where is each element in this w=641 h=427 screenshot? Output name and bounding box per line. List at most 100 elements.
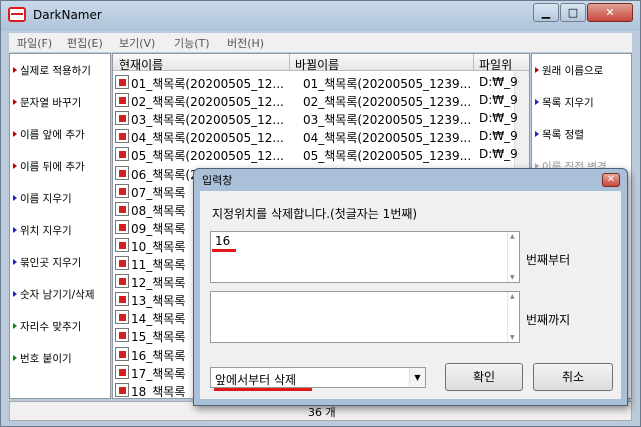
arrow-icon: [13, 99, 17, 105]
from-position-label: 번째부터: [526, 253, 571, 267]
file-icon: [115, 328, 129, 343]
table-row[interactable]: 01_책목록(20200505_12... 01_책목록(20200505_123…: [113, 73, 529, 91]
current-name-cell: 01_책목록(20200505_12...: [131, 77, 284, 91]
current-name-cell: 05_책목록(20200505_12...: [131, 149, 284, 164]
column-file-location[interactable]: 파일위: [479, 56, 512, 73]
file-location-cell: D:₩_9: [479, 75, 518, 89]
title-bar: DarkNamer ▁ □ ✕: [1, 1, 640, 31]
current-name-cell: 02_책목록(20200505_12...: [131, 95, 284, 110]
file-location-cell: D:₩_9: [479, 129, 518, 144]
command-right-2[interactable]: 목록 정렬: [535, 127, 584, 142]
arrow-icon: [13, 195, 17, 201]
command-left-6[interactable]: 묶인곳 지우기: [13, 255, 81, 270]
current-name-cell: 13_책목록: [131, 294, 186, 309]
file-icon: [115, 111, 129, 126]
column-new-name[interactable]: 바뀔이름: [295, 56, 339, 73]
current-name-cell: 07_책목록: [131, 185, 186, 200]
command-left-1[interactable]: 문자열 바꾸기: [13, 95, 81, 110]
arrow-icon: [13, 227, 17, 233]
new-name-cell: 05_책목록(20200505_1239...: [303, 149, 472, 164]
arrow-icon: [13, 291, 17, 297]
command-left-3[interactable]: 이름 뒤에 추가: [13, 159, 85, 174]
dialog-title: 입력창: [202, 174, 233, 187]
cancel-button[interactable]: 취소: [533, 363, 613, 391]
command-label: 묶인곳 지우기: [20, 257, 82, 269]
file-icon: [115, 364, 129, 379]
command-left-4[interactable]: 이름 지우기: [13, 191, 72, 206]
new-name-cell: 03_책목록(20200505_1239...: [303, 113, 472, 128]
new-name-cell: 04_책목록(20200505_1239...: [303, 131, 472, 146]
menu-version[interactable]: 버전(H): [227, 35, 264, 51]
command-label: 목록 정렬: [542, 129, 584, 141]
command-left-9[interactable]: 번호 붙이기: [13, 351, 72, 366]
current-name-cell: 15_책목록: [131, 330, 186, 345]
command-left-0[interactable]: 실제로 적용하기: [13, 63, 91, 78]
file-icon: [115, 310, 129, 325]
command-label: 이름 앞에 추가: [20, 129, 85, 141]
current-name-cell: 18_책목록: [131, 384, 186, 399]
maximize-button[interactable]: □: [560, 3, 586, 22]
arrow-icon: [13, 323, 17, 329]
ok-button[interactable]: 확인: [445, 363, 523, 391]
command-label: 원래 이름으로: [542, 65, 604, 77]
current-name-cell: 04_책목록(20200505_12...: [131, 131, 284, 146]
current-name-cell: 11_책목록: [131, 258, 186, 272]
file-icon: [115, 256, 129, 270]
current-name-cell: 08_책목록: [131, 203, 186, 218]
from-position-value: 16: [215, 234, 231, 248]
table-row[interactable]: 02_책목록(20200505_12... 02_책목록(20200505_123…: [113, 91, 529, 110]
command-label: 이름 뒤에 추가: [20, 161, 85, 173]
chevron-down-icon[interactable]: ▼: [409, 368, 425, 387]
menu-bar: 파일(F) 편집(E) 보기(V) 기능(T) 버전(H): [9, 33, 632, 52]
new-name-cell: 02_책목록(20200505_1239...: [303, 95, 472, 110]
arrow-icon: [535, 99, 539, 105]
dialog-close-button[interactable]: ✕: [602, 173, 620, 187]
new-name-cell: 01_책목록(20200505_1239...: [303, 77, 472, 91]
command-right-1[interactable]: 목록 지우기: [535, 95, 594, 110]
command-left-7[interactable]: 숫자 남기기/삭제: [13, 287, 95, 302]
current-name-cell: 09_책목록: [131, 221, 186, 236]
menu-tools[interactable]: 기능(T): [174, 35, 210, 51]
delete-mode-select[interactable]: 앞에서부터 삭제 ▼: [210, 367, 426, 388]
command-left-8[interactable]: 자리수 맞추기: [13, 319, 81, 334]
arrow-icon: [13, 163, 17, 169]
command-left-2[interactable]: 이름 앞에 추가: [13, 127, 85, 142]
menu-edit[interactable]: 편집(E): [67, 35, 103, 51]
file-icon: [115, 165, 129, 180]
command-label: 목록 지우기: [542, 97, 594, 109]
menu-file[interactable]: 파일(F): [17, 35, 52, 51]
to-position-input[interactable]: [210, 291, 520, 343]
command-label: 실제로 적용하기: [20, 65, 91, 77]
file-icon: [115, 237, 129, 252]
file-icon: [115, 201, 129, 216]
current-name-cell: 14_책목록: [131, 312, 186, 327]
file-location-cell: D:₩_9: [479, 147, 518, 162]
command-label: 숫자 남기기/삭제: [20, 289, 95, 301]
list-header: 현재이름 바뀔이름 파일위: [113, 54, 529, 73]
arrow-icon: [13, 259, 17, 265]
command-left-5[interactable]: 위치 지우기: [13, 223, 72, 238]
from-input-scrollbar[interactable]: [507, 232, 519, 282]
command-right-0[interactable]: 원래 이름으로: [535, 63, 603, 78]
from-position-input[interactable]: 16: [210, 231, 520, 283]
table-row[interactable]: 03_책목록(20200505_12... 03_책목록(20200505_123…: [113, 109, 529, 128]
minimize-button[interactable]: ▁: [533, 3, 559, 22]
column-current-name[interactable]: 현재이름: [119, 56, 163, 73]
file-icon: [115, 75, 129, 89]
arrow-icon: [535, 67, 539, 73]
table-row[interactable]: 04_책목록(20200505_12... 04_책목록(20200505_123…: [113, 127, 529, 146]
table-row[interactable]: 05_책목록(20200505_12... 05_책목록(20200505_123…: [113, 145, 529, 164]
command-label: 문자열 바꾸기: [20, 97, 82, 109]
menu-view[interactable]: 보기(V): [119, 35, 155, 51]
close-button[interactable]: ✕: [587, 3, 633, 22]
input-dialog: 입력창 ✕ 지정위치를 삭제합니다.(첫글자는 1번째) 16 번째부터 번째까…: [193, 168, 628, 406]
delete-mode-value: 앞에서부터 삭제: [215, 373, 297, 387]
arrow-icon: [13, 355, 17, 361]
annotation-underline: [214, 388, 312, 391]
current-name-cell: 12_책목록: [131, 276, 186, 291]
arrow-icon: [535, 131, 539, 137]
to-input-scrollbar[interactable]: [507, 292, 519, 342]
dialog-body: 지정위치를 삭제합니다.(첫글자는 1번째) 16 번째부터 번째까지 앞에서부…: [200, 191, 621, 399]
arrow-icon: [13, 131, 17, 137]
annotation-underline: [212, 249, 236, 252]
